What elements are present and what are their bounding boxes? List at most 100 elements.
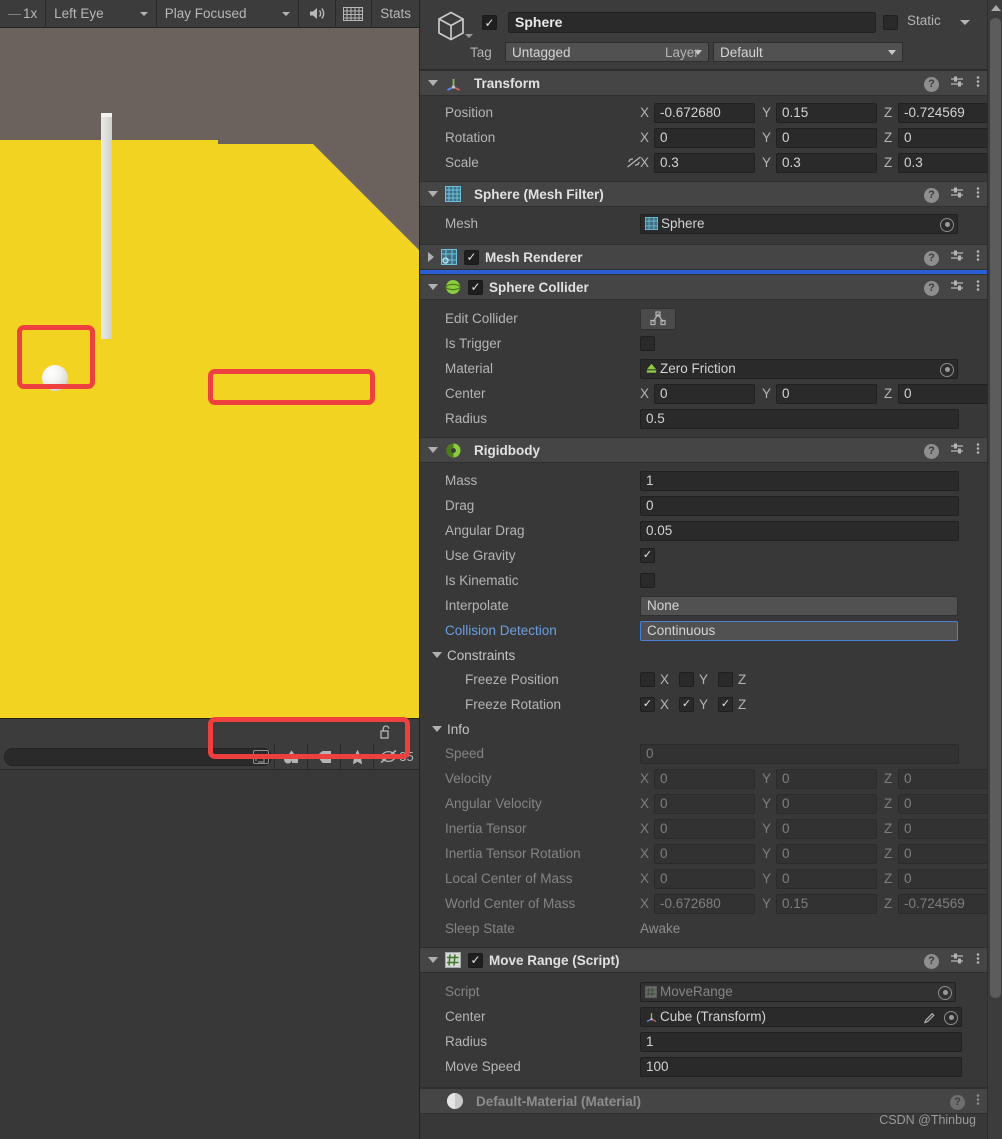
help-icon[interactable]: ? xyxy=(924,187,939,203)
rotation-x-input[interactable]: 0 xyxy=(654,127,755,148)
move-speed-input[interactable]: 100 xyxy=(640,1056,962,1077)
star-icon[interactable] xyxy=(340,743,373,770)
component-header-move-range[interactable]: Move Range (Script) ? xyxy=(420,947,988,973)
gameobject-enabled-checkbox[interactable] xyxy=(482,15,497,30)
help-icon[interactable]: ? xyxy=(924,76,939,92)
use-gravity-checkbox[interactable] xyxy=(640,548,655,563)
help-icon[interactable]: ? xyxy=(924,280,939,296)
is-trigger-checkbox[interactable] xyxy=(640,336,655,351)
center-object-field[interactable]: Cube (Transform) xyxy=(640,1006,962,1028)
kebab-menu-icon[interactable] xyxy=(976,442,980,460)
interpolate-dropdown[interactable]: None xyxy=(640,595,958,616)
kebab-menu-icon[interactable] xyxy=(976,186,980,204)
center-y-input[interactable]: 0 xyxy=(776,383,877,404)
lock-open-icon[interactable] xyxy=(375,719,397,745)
foldout-arrow-icon[interactable] xyxy=(432,652,442,658)
kebab-menu-icon[interactable] xyxy=(976,75,980,93)
component-header-rigidbody[interactable]: Rigidbody ? xyxy=(420,437,988,463)
component-header-default-material[interactable]: Default-Material (Material) ? xyxy=(420,1088,988,1114)
mass-input[interactable]: 1 xyxy=(640,470,959,491)
scale-slider-handle[interactable]: — xyxy=(8,6,21,21)
component-header-transform[interactable]: Transform ? xyxy=(420,70,988,96)
physic-material-object-field[interactable]: Zero Friction xyxy=(640,358,958,379)
scroll-up-arrow-icon[interactable] xyxy=(991,5,1001,11)
foldout-arrow-icon[interactable] xyxy=(428,252,434,262)
edit-collider-button[interactable] xyxy=(640,307,676,330)
component-header-sphere-collider[interactable]: Sphere Collider ? xyxy=(420,274,988,300)
preset-icon[interactable] xyxy=(950,186,965,205)
kebab-menu-icon[interactable] xyxy=(397,719,419,745)
row-info-foldout[interactable]: Info xyxy=(420,717,988,741)
help-icon[interactable]: ? xyxy=(924,953,939,969)
freeze-position-z-checkbox[interactable] xyxy=(718,672,733,687)
rotation-y-input[interactable]: 0 xyxy=(776,127,877,148)
scale-z-input[interactable]: 0.3 xyxy=(898,152,999,173)
center-x-input[interactable]: 0 xyxy=(654,383,755,404)
mute-audio-button[interactable] xyxy=(299,0,335,28)
sphere-collider-enabled-checkbox[interactable] xyxy=(468,279,483,295)
foldout-arrow-icon[interactable] xyxy=(428,284,438,290)
foldout-arrow-icon[interactable] xyxy=(428,957,438,963)
filter-label-icon[interactable] xyxy=(307,743,340,770)
preset-icon[interactable] xyxy=(950,952,965,971)
angular-drag-input[interactable]: 0.05 xyxy=(640,520,959,541)
project-panel-body[interactable] xyxy=(0,770,419,1139)
preset-icon[interactable] xyxy=(950,75,965,94)
kebab-menu-icon[interactable] xyxy=(976,279,980,297)
collider-radius-input[interactable]: 0.5 xyxy=(640,408,959,429)
collision-detection-dropdown[interactable]: Continuous xyxy=(640,620,958,641)
freeze-position-x-checkbox[interactable] xyxy=(640,672,655,687)
layer-dropdown[interactable]: Default xyxy=(713,42,903,62)
freeze-position-y-checkbox[interactable] xyxy=(679,672,694,687)
drag-input[interactable]: 0 xyxy=(640,495,959,516)
object-picker-icon[interactable] xyxy=(944,1010,958,1025)
row-constraints-foldout[interactable]: Constraints xyxy=(420,643,988,667)
position-z-input[interactable]: -0.724569 xyxy=(898,102,999,123)
gameobject-name-field[interactable]: Sphere xyxy=(508,12,876,33)
component-header-mesh-filter[interactable]: Sphere (Mesh Filter) ? xyxy=(420,181,988,207)
object-picker-icon[interactable] xyxy=(940,362,954,377)
position-y-input[interactable]: 0.15 xyxy=(776,102,877,123)
foldout-arrow-icon[interactable] xyxy=(428,80,438,86)
inspector-scrollbar[interactable] xyxy=(987,0,1002,1139)
kebab-menu-icon[interactable] xyxy=(976,1093,980,1111)
gizmos-button[interactable] xyxy=(335,0,371,28)
constrain-proportions-off-icon[interactable] xyxy=(626,155,642,174)
scale-x-input[interactable]: 0.3 xyxy=(654,152,755,173)
position-x-input[interactable]: -0.672680 xyxy=(654,102,755,123)
stats-button[interactable]: Stats xyxy=(372,0,419,28)
center-z-input[interactable]: 0 xyxy=(898,383,999,404)
pencil-icon[interactable] xyxy=(923,1011,937,1028)
preset-icon[interactable] xyxy=(950,279,965,298)
scale-y-input[interactable]: 0.3 xyxy=(776,152,877,173)
move-range-enabled-checkbox[interactable] xyxy=(468,952,483,968)
filter-type-icon[interactable] xyxy=(274,743,307,770)
game-view-render[interactable] xyxy=(0,28,419,718)
preset-icon[interactable] xyxy=(950,442,965,461)
scene-visibility-toggle[interactable]: 35 xyxy=(373,743,419,770)
static-checkbox[interactable] xyxy=(883,15,898,30)
freeze-rotation-z-checkbox[interactable] xyxy=(718,697,733,712)
scrollbar-thumb[interactable] xyxy=(990,18,1001,998)
static-dropdown-chevron-icon[interactable] xyxy=(960,20,970,25)
mesh-renderer-enabled-checkbox[interactable] xyxy=(464,249,479,265)
help-icon[interactable]: ? xyxy=(924,250,939,266)
help-icon[interactable]: ? xyxy=(950,1094,965,1110)
object-picker-icon[interactable] xyxy=(940,217,954,232)
freeze-rotation-y-checkbox[interactable] xyxy=(679,697,694,712)
component-header-mesh-renderer[interactable]: Mesh Renderer ? xyxy=(420,244,988,270)
is-kinematic-checkbox[interactable] xyxy=(640,573,655,588)
chevron-down-icon[interactable] xyxy=(465,34,473,38)
popout-icon[interactable] xyxy=(253,749,269,764)
mesh-object-field[interactable]: Sphere xyxy=(640,213,958,234)
kebab-menu-icon[interactable] xyxy=(976,952,980,970)
foldout-arrow-icon[interactable] xyxy=(428,447,438,453)
search-input[interactable] xyxy=(4,747,272,766)
eye-dropdown[interactable]: Left Eye xyxy=(46,0,156,28)
help-icon[interactable]: ? xyxy=(924,443,939,459)
freeze-rotation-x-checkbox[interactable] xyxy=(640,697,655,712)
play-focus-dropdown[interactable]: Play Focused xyxy=(157,0,298,28)
rotation-z-input[interactable]: 0 xyxy=(898,127,999,148)
foldout-arrow-icon[interactable] xyxy=(428,191,438,197)
kebab-menu-icon[interactable] xyxy=(976,249,980,267)
